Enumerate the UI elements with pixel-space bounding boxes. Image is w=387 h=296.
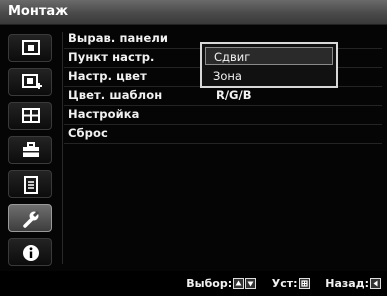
button-hints: Выбор: Уст: Назад: (186, 277, 381, 290)
screen-grid-icon (22, 108, 40, 123)
menu-item-label: Пункт настр. (68, 50, 155, 64)
back-key-icon (370, 278, 381, 289)
wrench-icon (23, 210, 40, 228)
up-arrow-key-icon (233, 278, 245, 289)
menu-item-label: Настр. цвет (68, 69, 147, 83)
category-sidebar (0, 25, 62, 271)
menu-item-color-pattern[interactable]: Цвет. шаблон R/G/B (64, 87, 382, 106)
dropdown-option-shift[interactable]: Сдвиг (205, 47, 333, 65)
dropdown-option-zone[interactable]: Зона (205, 67, 333, 85)
sidebar-divider (62, 32, 63, 264)
enter-key-icon (298, 278, 310, 289)
menu-item-adjustment[interactable]: Настройка (64, 106, 382, 125)
info-icon (23, 245, 39, 261)
category-installation[interactable] (8, 204, 52, 232)
dropdown-option-label: Зона (213, 69, 242, 83)
category-setup[interactable] (8, 136, 52, 164)
title-bar: Монтаж (0, 0, 387, 25)
menu-item-label: Вырав. панели (68, 31, 169, 45)
category-picture[interactable] (8, 34, 52, 62)
picture-plus-icon (22, 74, 42, 89)
button-hints-bar: Выбор: Уст: Назад: (0, 271, 387, 296)
toolbox-icon (23, 142, 39, 157)
menu-item-label: Сброс (68, 126, 108, 140)
menu-item-value: R/G/B (216, 88, 252, 102)
select-hint-label: Выбор: (186, 277, 233, 290)
down-arrow-key-icon (245, 278, 257, 289)
category-information[interactable] (8, 238, 52, 266)
menu-item-label: Цвет. шаблон (68, 88, 163, 102)
set-hint-label: Уст: (271, 277, 298, 290)
menu-item-label: Настройка (68, 107, 140, 121)
category-screen[interactable] (8, 102, 52, 130)
adjust-item-dropdown[interactable]: Сдвиг Зона (200, 42, 338, 88)
category-picture-advanced[interactable] (8, 68, 52, 96)
dropdown-option-label: Сдвиг (214, 50, 251, 64)
list-icon (24, 176, 38, 194)
menu-item-reset[interactable]: Сброс (64, 125, 382, 144)
window-title: Монтаж (8, 4, 69, 19)
picture-icon (22, 40, 40, 55)
back-hint-label: Назад: (325, 277, 369, 290)
category-memory[interactable] (8, 170, 52, 198)
